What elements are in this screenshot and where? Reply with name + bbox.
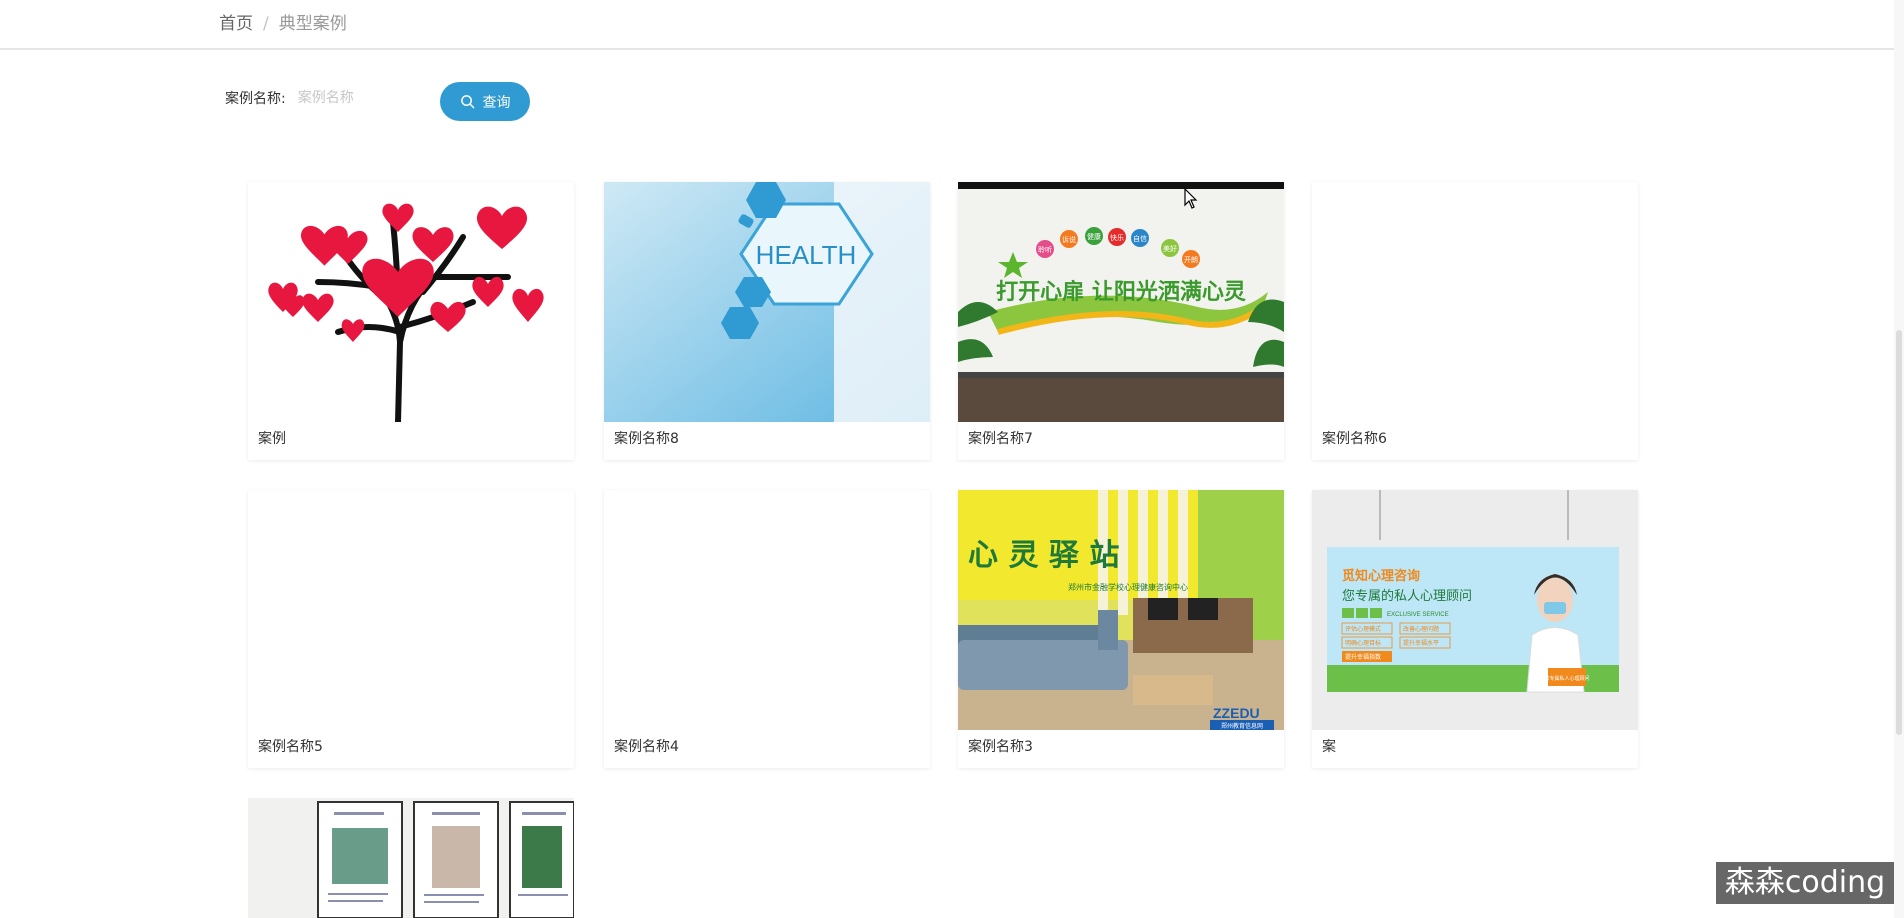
search-icon (460, 95, 474, 109)
case-card[interactable]: 案例名称5 (248, 490, 574, 768)
top-bar: 首页 / 典型案例 (0, 0, 1894, 50)
bubble-label: 快乐 (1110, 233, 1124, 242)
bubble-label: 自信 (1133, 234, 1147, 243)
breadcrumb-current: 典型案例 (278, 14, 347, 34)
watermark: 森森coding (1716, 862, 1894, 904)
case-title: 案例名称3 (968, 739, 1033, 755)
ad-item: 提升幸福水平 (1403, 639, 1439, 647)
case-title: 案例名称7 (968, 431, 1033, 447)
case-image (248, 490, 574, 730)
ad-tag: EXCLUSIVE SERVICE (1387, 612, 1449, 618)
case-image: 心 灵 驿 站 郑州市金融学校心理健康咨询中心 ZZEDU 郑州教育信息网 (958, 490, 1284, 730)
case-name-input[interactable] (295, 82, 430, 114)
bubble-label: 美好 (1163, 244, 1177, 253)
station-title: 心 灵 驿 站 (968, 538, 1119, 573)
ad-item: 提升幸福指数 (1345, 653, 1381, 661)
bubble-label: 健康 (1087, 232, 1101, 241)
breadcrumb: 首页 / 典型案例 (219, 13, 347, 35)
case-title: 案例名称8 (614, 431, 679, 447)
case-title: 案例 (258, 431, 286, 447)
case-image (248, 182, 574, 422)
query-button-label: 查询 (482, 93, 511, 110)
query-button[interactable]: 查询 (440, 82, 530, 121)
health-text: HEALTH (756, 240, 857, 270)
banner-text: 打开心扉 让阳光洒满心灵 (996, 279, 1246, 305)
case-image: 打开心扉 让阳光洒满心灵 聆听 诉说 健康 快乐 自信 美好 开朗 (958, 182, 1284, 422)
mouse-cursor-icon (1184, 188, 1198, 209)
bubble-label: 聆听 (1038, 245, 1052, 254)
case-card[interactable]: HEALTH 案例名称8 (604, 182, 930, 460)
search-label: 案例名称: (225, 91, 286, 107)
case-image: HEALTH (604, 182, 930, 422)
case-card[interactable]: 案例名称6 (1312, 182, 1638, 460)
ad-item: 评估心理模式 (1345, 625, 1381, 633)
bubble-label: 开朗 (1184, 255, 1198, 264)
breadcrumb-home-link[interactable]: 首页 (219, 13, 253, 35)
case-title: 案例名称6 (1322, 431, 1387, 447)
case-title: 案 (1322, 739, 1336, 755)
edu-caption: 郑州教育信息网 (1221, 722, 1263, 730)
ad-item: 改善心理问题 (1403, 625, 1439, 633)
ad-subtitle: 您专属的私人心理顾问 (1342, 588, 1472, 604)
ad-badge: 您专属私人心理顾问 (1544, 675, 1589, 682)
case-image (1312, 182, 1638, 422)
ad-item: 明确心理目标 (1345, 639, 1381, 647)
case-image (604, 490, 930, 730)
case-card[interactable]: 觅知心理咨询 您专属的私人心理顾问 EXCLUSIVE SERVICE 评估心理… (1312, 490, 1638, 768)
bubble-label: 诉说 (1062, 235, 1076, 244)
vertical-scrollbar[interactable] (1894, 0, 1904, 918)
case-title: 案例名称5 (258, 739, 323, 755)
ad-title: 觅知心理咨询 (1342, 568, 1420, 584)
case-card[interactable]: 案例名称4 (604, 490, 930, 768)
edu-logo: ZZEDU (1213, 705, 1260, 721)
case-title: 案例名称4 (614, 739, 679, 755)
case-card[interactable]: 心 灵 驿 站 郑州市金融学校心理健康咨询中心 ZZEDU 郑州教育信息网 案例… (958, 490, 1284, 768)
case-image: 觅知心理咨询 您专属的私人心理顾问 EXCLUSIVE SERVICE 评估心理… (1312, 490, 1638, 730)
case-card[interactable]: 打开心扉 让阳光洒满心灵 聆听 诉说 健康 快乐 自信 美好 开朗 案例名称7 (958, 182, 1284, 460)
case-card[interactable] (248, 798, 574, 918)
case-card[interactable]: 案例 (248, 182, 574, 460)
search-form: 案例名称: (225, 82, 430, 114)
station-subtitle: 郑州市金融学校心理健康咨询中心 (1068, 582, 1188, 592)
case-image (248, 798, 574, 918)
breadcrumb-separator: / (263, 14, 269, 34)
scrollbar-thumb[interactable] (1896, 330, 1902, 735)
